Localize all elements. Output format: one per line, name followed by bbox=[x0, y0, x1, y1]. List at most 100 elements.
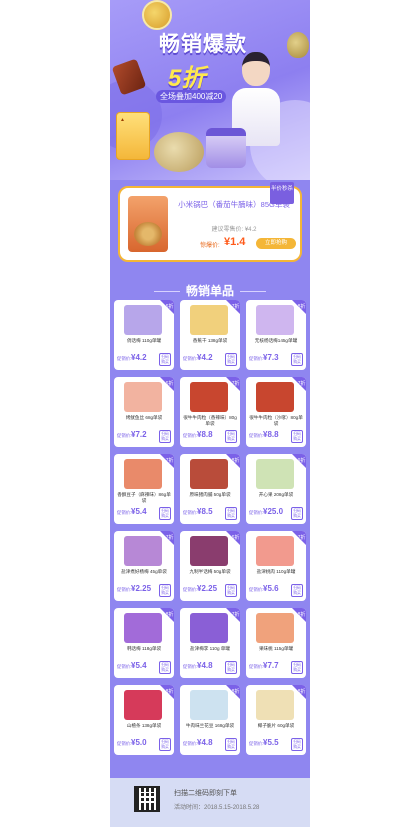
scan-buy-button[interactable]: 扫码购买 bbox=[291, 430, 303, 443]
scan-buy-button[interactable]: 扫码购买 bbox=[225, 430, 237, 443]
qr-code-icon[interactable] bbox=[134, 786, 160, 812]
scan-buy-button[interactable]: 扫码购买 bbox=[225, 584, 237, 597]
product-image bbox=[124, 690, 162, 720]
product-card[interactable]: 8折 椰子脆片 60g单袋 促销价: ¥5.5 扫码购买 bbox=[246, 685, 306, 755]
scan-buy-button[interactable]: 扫码购买 bbox=[291, 353, 303, 366]
product-card[interactable]: 8折 韩话梅 118g单袋 促销价: ¥5.4 扫码购买 bbox=[114, 608, 174, 678]
product-image bbox=[124, 459, 162, 489]
product-card[interactable]: 7折 盐津梅李 110g 单罐 促销价: ¥4.8 扫码购买 bbox=[180, 608, 240, 678]
product-card[interactable]: 9折 开心果 208g单袋 促销价: ¥25.0 扫码购买 bbox=[246, 454, 306, 524]
product-price: ¥8.5 bbox=[197, 507, 213, 516]
product-card[interactable]: 8折 果味桃 115g单罐 促销价: ¥7.7 扫码购买 bbox=[246, 608, 306, 678]
flash-sale-price-label: 惊爆价: bbox=[200, 243, 220, 249]
scan-buy-button[interactable]: 扫码购买 bbox=[225, 661, 237, 674]
flash-sale-product-image bbox=[128, 196, 168, 252]
scan-buy-button[interactable]: 扫码购买 bbox=[159, 430, 171, 443]
product-card[interactable]: 7折 很牛牛肉粒（香辣味）80g单袋 促销价: ¥8.8 扫码购买 bbox=[180, 377, 240, 447]
price-label: 促销价: bbox=[249, 510, 264, 515]
product-card[interactable]: 7折 盐津桃肉 110g单罐 促销价: ¥5.6 扫码购买 bbox=[246, 531, 306, 601]
product-image bbox=[256, 305, 294, 335]
product-name: 俏话梅 110g单罐 bbox=[126, 338, 162, 343]
scan-buy-button[interactable]: 扫码购买 bbox=[159, 353, 171, 366]
promo-page: 畅销爆款 5折 全场叠加400减20 ▲ 小米锅巴（番茄牛腩味）85G单袋 建议… bbox=[110, 0, 310, 827]
scan-buy-button[interactable]: 扫码购买 bbox=[225, 507, 237, 520]
price-label: 促销价: bbox=[249, 741, 264, 746]
scan-buy-button[interactable]: 扫码购买 bbox=[225, 353, 237, 366]
product-image bbox=[124, 305, 162, 335]
product-image bbox=[190, 459, 228, 489]
product-name: 无核杨话梅145g单罐 bbox=[254, 338, 298, 343]
price-label: 促销价: bbox=[249, 664, 264, 669]
footer-date: 活动时间：2018.5.15-2018.5.28 bbox=[174, 805, 260, 811]
product-image bbox=[190, 536, 228, 566]
scan-buy-button[interactable]: 扫码购买 bbox=[159, 661, 171, 674]
product-name: 香酥豆子（麻辣味）86g单袋 bbox=[117, 492, 171, 503]
discount-badge: 8折 bbox=[160, 608, 174, 622]
scan-buy-button[interactable]: 扫码购买 bbox=[159, 738, 171, 751]
product-card[interactable]: 7折香蕉干 138g单袋促销价: ¥4.2 扫码购买 bbox=[180, 300, 240, 370]
product-card[interactable]: 8折 无核杨话梅145g单罐 促销价: ¥7.3 扫码购买 bbox=[246, 300, 306, 370]
product-price: ¥7.3 bbox=[263, 353, 279, 362]
price-label: 促销价: bbox=[183, 741, 198, 746]
product-card[interactable]: 8折 牛肉味兰花豆 168g单袋 促销价: ¥4.8 扫码购买 bbox=[180, 685, 240, 755]
flash-sale-ref-price: 建议零售价: ¥4.2 bbox=[211, 227, 257, 233]
scan-buy-button[interactable]: 扫码购买 bbox=[291, 507, 303, 520]
hero-discount: 5折 bbox=[168, 65, 206, 92]
product-price: ¥7.7 bbox=[263, 661, 279, 670]
scan-buy-button[interactable]: 扫码购买 bbox=[291, 584, 303, 597]
product-name: 香蕉干 138g单袋 bbox=[192, 338, 228, 343]
product-card[interactable]: 8折 原味猪肉脯 50g单袋 促销价: ¥8.5 扫码购买 bbox=[180, 454, 240, 524]
product-image bbox=[256, 459, 294, 489]
product-name: 盐津梅李 110g 单罐 bbox=[190, 646, 230, 651]
product-card[interactable]: 6折 九制半话梅 50g单袋 促销价: ¥2.25 扫码购买 bbox=[180, 531, 240, 601]
pistachio-image bbox=[154, 132, 204, 172]
product-price: ¥2.25 bbox=[131, 584, 152, 593]
scan-buy-button[interactable]: 扫码购买 bbox=[291, 738, 303, 751]
product-price: ¥7.2 bbox=[131, 430, 147, 439]
discount-badge: 7折 bbox=[226, 300, 240, 314]
product-name: 很牛牛肉粒（沙嗲）80g单袋 bbox=[249, 415, 303, 426]
discount-badge: 6折 bbox=[160, 377, 174, 391]
product-card[interactable]: 7折 盐津煮好杨梅 45g单袋 促销价: ¥2.25 扫码购买 bbox=[114, 531, 174, 601]
scan-buy-button[interactable]: 扫码购买 bbox=[159, 584, 171, 597]
product-price: ¥5.6 bbox=[263, 584, 279, 593]
product-image bbox=[190, 613, 228, 643]
price-label: 促销价: bbox=[249, 356, 264, 361]
product-name: 盐津桃肉 110g单罐 bbox=[256, 569, 296, 574]
product-price: ¥4.2 bbox=[131, 353, 147, 362]
product-card[interactable]: 8折 山楂条 138g单袋 促销价: ¥5.0 扫码购买 bbox=[114, 685, 174, 755]
product-price: ¥4.2 bbox=[197, 353, 213, 362]
scan-buy-button[interactable]: 扫码购买 bbox=[225, 738, 237, 751]
product-jar-image bbox=[206, 128, 246, 168]
product-image bbox=[124, 382, 162, 412]
footer-scan-text: 扫描二维码即刻下单 bbox=[174, 790, 237, 797]
discount-badge: 8折 bbox=[292, 608, 306, 622]
product-price: ¥8.8 bbox=[197, 430, 213, 439]
price-label: 促销价: bbox=[117, 510, 132, 515]
product-image bbox=[124, 536, 162, 566]
price-label: 促销价: bbox=[183, 356, 198, 361]
discount-badge: 9折 bbox=[292, 454, 306, 468]
product-bag-image: ▲ bbox=[116, 112, 150, 160]
product-name: 牛肉味兰花豆 168g单袋 bbox=[185, 723, 235, 728]
scan-buy-button[interactable]: 扫码购买 bbox=[159, 507, 171, 520]
buy-now-button[interactable]: 立即抢购 bbox=[256, 238, 296, 249]
footer: 扫描二维码即刻下单 活动时间：2018.5.15-2018.5.28 bbox=[110, 778, 310, 827]
flash-sale-card[interactable]: 小米锅巴（番茄牛腩味）85G单袋 建议零售价: ¥4.2 惊爆价: ¥1.4 立… bbox=[118, 182, 302, 262]
product-image bbox=[256, 613, 294, 643]
discount-badge: 7折 bbox=[160, 531, 174, 545]
discount-badge: 7折 bbox=[226, 377, 240, 391]
discount-badge: 8折 bbox=[160, 685, 174, 699]
product-price: ¥5.0 bbox=[131, 738, 147, 747]
product-card[interactable]: 7折 香酥豆子（麻辣味）86g单袋 促销价: ¥5.4 扫码购买 bbox=[114, 454, 174, 524]
product-image bbox=[190, 690, 228, 720]
half-price-badge: 半价秒杀 bbox=[270, 182, 294, 204]
product-image bbox=[124, 613, 162, 643]
product-price: ¥4.8 bbox=[197, 738, 213, 747]
product-price: ¥4.8 bbox=[197, 661, 213, 670]
product-price: ¥5.4 bbox=[131, 661, 147, 670]
product-card[interactable]: 6折 俏话梅 110g单罐 促销价: ¥4.2 扫码购买 bbox=[114, 300, 174, 370]
product-card[interactable]: 6折 烤鱿鱼丝 68g单袋 促销价: ¥7.2 扫码购买 bbox=[114, 377, 174, 447]
product-card[interactable]: 7折 很牛牛肉粒（沙嗲）80g单袋 促销价: ¥8.8 扫码购买 bbox=[246, 377, 306, 447]
scan-buy-button[interactable]: 扫码购买 bbox=[291, 661, 303, 674]
